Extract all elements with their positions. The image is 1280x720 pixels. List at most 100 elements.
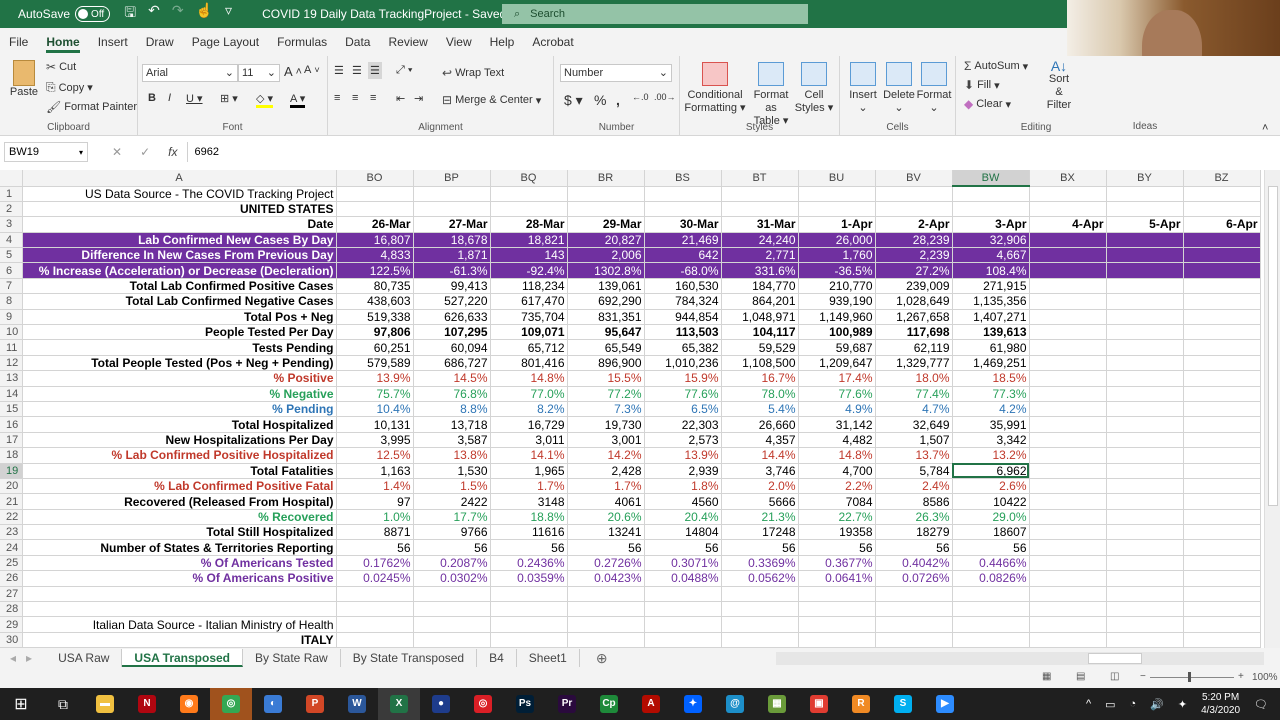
cell-br26[interactable]: 0.0423% xyxy=(567,570,645,587)
cell-bs17[interactable]: 2,573 xyxy=(644,432,722,449)
cell-by29[interactable] xyxy=(1106,616,1184,633)
cell-bv20[interactable]: 2.4% xyxy=(875,478,953,495)
cell-bp7[interactable]: 99,413 xyxy=(413,278,491,295)
volume-icon[interactable]: 🔊 xyxy=(1150,698,1164,711)
cell-bp21[interactable]: 2422 xyxy=(413,493,491,510)
cell-bo6[interactable]: 122.5% xyxy=(336,262,414,279)
document-title[interactable]: COVID 19 Daily Data TrackingProject - Sa… xyxy=(262,7,515,21)
cell-bw29[interactable] xyxy=(952,616,1030,633)
column-header-bs[interactable]: BS xyxy=(644,170,722,187)
cell-by1[interactable] xyxy=(1106,186,1184,202)
cell-bz13[interactable] xyxy=(1183,370,1261,387)
taskbar-photoshop[interactable]: Ps xyxy=(504,688,546,720)
cell-bx25[interactable] xyxy=(1029,555,1107,572)
cell-bp14[interactable]: 76.8% xyxy=(413,386,491,402)
save-icon[interactable]: 🖫 xyxy=(124,2,136,26)
cell-by14[interactable] xyxy=(1106,386,1184,402)
cell-bt26[interactable]: 0.0562% xyxy=(721,570,799,587)
taskbar-skype[interactable]: S xyxy=(882,688,924,720)
cell-bs16[interactable]: 22,303 xyxy=(644,416,722,433)
row-label[interactable]: % Increase (Acceleration) or Decrease (D… xyxy=(22,262,337,279)
row-label[interactable]: Total Pos + Neg xyxy=(22,309,337,326)
cell-by16[interactable] xyxy=(1106,416,1184,433)
row-header[interactable]: 15 xyxy=(0,401,23,418)
fill-button[interactable]: ⬇ Fill ▾ xyxy=(964,78,1000,92)
font-size-select[interactable]: 11 ⌄ xyxy=(238,64,280,82)
row-label[interactable]: % Negative xyxy=(22,386,337,402)
cell-by7[interactable] xyxy=(1106,278,1184,295)
cell-bv15[interactable]: 4.7% xyxy=(875,401,953,418)
column-header-br[interactable]: BR xyxy=(567,170,645,187)
vertical-scrollbar[interactable] xyxy=(1264,170,1280,648)
cell-bz27[interactable] xyxy=(1183,586,1261,603)
cell-bu16[interactable]: 31,142 xyxy=(798,416,876,433)
cell-bu22[interactable]: 22.7% xyxy=(798,509,876,526)
cell-bu12[interactable]: 1,209,647 xyxy=(798,355,876,372)
cell-bx30[interactable] xyxy=(1029,632,1107,648)
cell-bq6[interactable]: -92.4% xyxy=(490,262,568,279)
cell-by22[interactable] xyxy=(1106,509,1184,526)
cell-bv16[interactable]: 32,649 xyxy=(875,416,953,433)
wifi-icon[interactable]: ◔ xyxy=(1130,698,1137,710)
cell-br28[interactable] xyxy=(567,601,645,618)
taskbar-word[interactable]: W xyxy=(336,688,378,720)
cell-bq29[interactable] xyxy=(490,616,568,633)
row-label[interactable]: Number of States & Territories Reporting xyxy=(22,539,337,556)
cell-bt29[interactable] xyxy=(721,616,799,633)
cell-bw28[interactable] xyxy=(952,601,1030,618)
tab-view[interactable]: View xyxy=(437,28,481,56)
taskbar-captivate[interactable]: Cp xyxy=(588,688,630,720)
delete-cells-button[interactable]: Delete ⌄ xyxy=(882,62,916,115)
cell-bp1[interactable] xyxy=(413,186,491,202)
cell-bs2[interactable] xyxy=(644,201,722,218)
cell-bv30[interactable] xyxy=(875,632,953,648)
cell-bs18[interactable]: 13.9% xyxy=(644,447,722,464)
cell-bq10[interactable]: 109,071 xyxy=(490,324,568,341)
cell-bu28[interactable] xyxy=(798,601,876,618)
cell-bz5[interactable] xyxy=(1183,247,1261,264)
search-box[interactable]: ⌕ Search xyxy=(502,4,808,24)
cell-bw2[interactable] xyxy=(952,201,1030,218)
cell-bw19[interactable]: 6,962 xyxy=(952,463,1030,479)
cell-bx23[interactable] xyxy=(1029,524,1107,541)
row-label[interactable]: New Hospitalizations Per Day xyxy=(22,432,337,449)
cell-bv4[interactable]: 28,239 xyxy=(875,232,953,249)
sheet-tab-by-state-transposed[interactable]: By State Transposed xyxy=(341,649,478,667)
cell-bq8[interactable]: 617,470 xyxy=(490,293,568,310)
cell-bo26[interactable]: 0.0245% xyxy=(336,570,414,587)
function-icon[interactable]: fx xyxy=(168,145,177,159)
cell-bw23[interactable]: 18607 xyxy=(952,524,1030,541)
taskbar-netflix[interactable]: N xyxy=(126,688,168,720)
row-label[interactable] xyxy=(22,586,337,603)
cell-bz6[interactable] xyxy=(1183,262,1261,279)
battery-icon[interactable]: ▭ xyxy=(1105,698,1115,711)
decrease-decimal-icon[interactable]: .00→ xyxy=(654,92,676,102)
cell-bt13[interactable]: 16.7% xyxy=(721,370,799,387)
cell-bv27[interactable] xyxy=(875,586,953,603)
cell-bp27[interactable] xyxy=(413,586,491,603)
cell-bw3[interactable]: 3-Apr xyxy=(952,216,1030,233)
cell-bq4[interactable]: 18,821 xyxy=(490,232,568,249)
column-header-bt[interactable]: BT xyxy=(721,170,799,187)
row-header[interactable]: 20 xyxy=(0,478,23,495)
cell-bq11[interactable]: 65,712 xyxy=(490,339,568,356)
cell-bw24[interactable]: 56 xyxy=(952,539,1030,556)
cell-bs29[interactable] xyxy=(644,616,722,633)
cell-bv3[interactable]: 2-Apr xyxy=(875,216,953,233)
row-label[interactable]: Total Fatalities xyxy=(22,463,337,479)
row-label[interactable]: % Lab Confirmed Positive Fatal xyxy=(22,478,337,495)
cell-bs11[interactable]: 65,382 xyxy=(644,339,722,356)
cell-bx24[interactable] xyxy=(1029,539,1107,556)
cell-bz8[interactable] xyxy=(1183,293,1261,310)
currency-icon[interactable]: $ ▾ xyxy=(564,92,583,109)
cell-bt9[interactable]: 1,048,971 xyxy=(721,309,799,326)
row-label[interactable]: Total Hospitalized xyxy=(22,416,337,433)
cell-bu25[interactable]: 0.3677% xyxy=(798,555,876,572)
cell-bx28[interactable] xyxy=(1029,601,1107,618)
cell-bw4[interactable]: 32,906 xyxy=(952,232,1030,249)
zoom-in-icon[interactable]: + xyxy=(1238,671,1244,682)
cell-bp10[interactable]: 107,295 xyxy=(413,324,491,341)
sort-filter-button[interactable]: A↓ Sort & Filter xyxy=(1044,59,1074,112)
cell-bv29[interactable] xyxy=(875,616,953,633)
cell-bt15[interactable]: 5.4% xyxy=(721,401,799,418)
